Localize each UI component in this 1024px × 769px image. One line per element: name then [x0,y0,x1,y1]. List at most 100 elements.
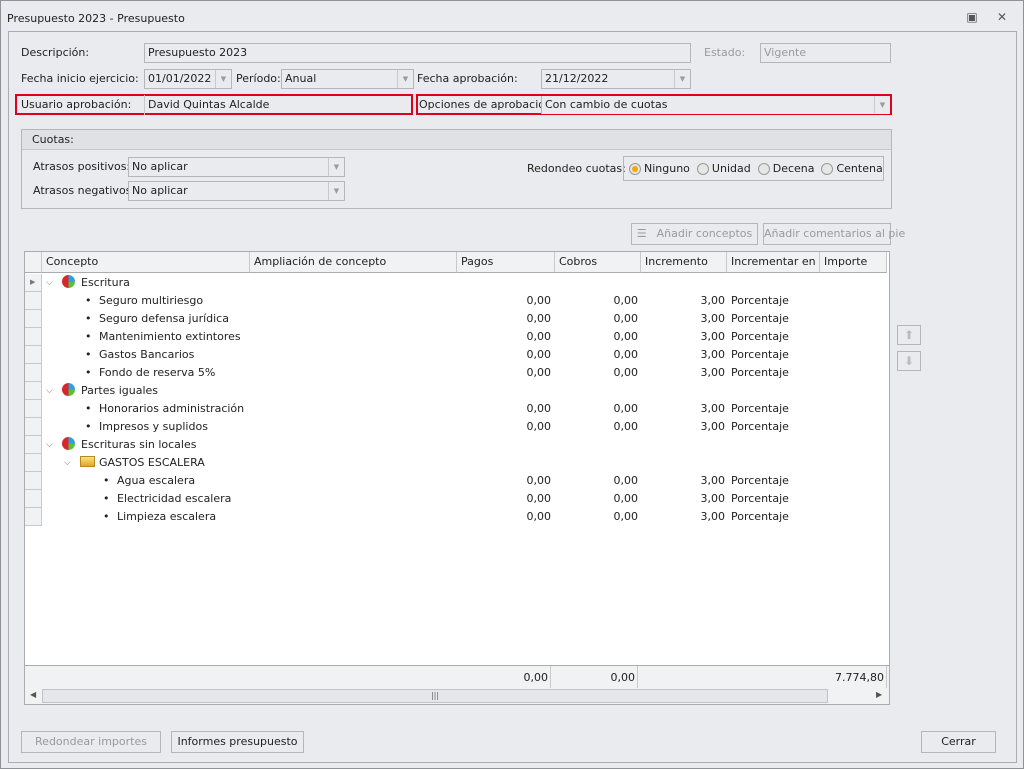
radio-centena[interactable]: Centena [821,162,883,175]
fecha-aprobacion-value: 21/12/2022 [545,72,609,85]
radio-ninguno[interactable]: Ninguno [629,162,690,175]
table-row[interactable]: ⌵ Escrituras sin locales [25,436,887,454]
usuario-label: Usuario aprobación: [21,98,132,111]
add-concepts-button[interactable]: ☰ Añadir conceptos [631,223,758,245]
concept-label: Honorarios administración [99,402,245,415]
concept-label: Agua escalera [117,474,196,487]
pagos-cell: 0,00 [526,348,552,361]
group-label: Escrituras sin locales [81,438,197,451]
incrementar-en-cell: Porcentaje [731,474,789,487]
incremento-cell: 3,00 [700,348,726,361]
close-icon[interactable]: ✕ [994,9,1010,25]
incrementar-en-cell: Porcentaje [731,366,789,379]
move-up-button[interactable]: ⬆ [897,325,921,345]
collapse-chevron-icon[interactable]: ⌵ [46,436,53,454]
table-row[interactable]: • Honorarios administración 0,00 0,00 3,00 Po… [25,400,887,418]
fecha-aprobacion-picker[interactable]: 21/12/2022 ▼ [541,69,691,89]
pie-chart-icon [62,382,75,400]
chevron-down-icon[interactable]: ▼ [674,70,690,88]
chevron-down-icon[interactable]: ▼ [328,158,344,176]
concepts-grid: Concepto Ampliación de concepto Pagos Co… [24,251,890,705]
table-row[interactable]: • Electricidad escalera 0,00 0,00 3,00 Porcen… [25,490,887,508]
incrementar-en-cell: Porcentaje [731,348,789,361]
row-indicator [25,292,42,310]
table-row[interactable]: ⌵ Partes iguales [25,382,887,400]
table-row[interactable]: • Seguro multiriesgo 0,00 0,00 3,00 Porcentaj… [25,292,887,310]
radio-label: Decena [772,162,815,175]
pagos-cell: 0,00 [526,294,552,307]
scrollbar-thumb[interactable]: ||| [42,689,828,703]
column-header-concepto[interactable]: Concepto [42,252,250,273]
pagos-cell: 0,00 [526,402,552,415]
chevron-down-icon[interactable]: ▼ [874,96,890,113]
move-down-button[interactable]: ⬇ [897,351,921,371]
periodo-select[interactable]: Anual ▼ [281,69,414,89]
table-row[interactable]: • Limpieza escalera 0,00 0,00 3,00 Porcentaje [25,508,887,526]
scroll-left-icon[interactable]: ◀ [30,690,36,699]
descripcion-input[interactable]: Presupuesto 2023 [144,43,691,63]
collapse-chevron-icon[interactable]: ⌵ [46,382,53,400]
horizontal-scrollbar[interactable]: ◀ ||| ▶ [25,688,889,704]
incrementar-en-cell: Porcentaje [731,492,789,505]
incrementar-en-cell: Porcentaje [731,510,789,523]
window-title: Presupuesto 2023 - Presupuesto [7,12,185,25]
cobros-cell: 0,00 [613,312,639,325]
current-row-icon: ▶ [30,278,36,286]
incrementar-en-cell: Porcentaje [731,402,789,415]
column-header-importe[interactable]: Importe [820,252,887,273]
atrasos-positivos-select[interactable]: No aplicar ▼ [128,157,345,177]
column-header-ampliacion[interactable]: Ampliación de concepto [250,252,457,273]
column-header-incrementar-en[interactable]: Incrementar en [727,252,820,273]
add-concepts-label: Añadir conceptos [656,227,753,240]
column-header-cobros[interactable]: Cobros [555,252,641,273]
folder-icon [80,454,95,472]
table-row[interactable]: • Impresos y suplidos 0,00 0,00 3,00 Porcenta… [25,418,887,436]
radio-unchecked-icon [757,162,770,175]
cobros-cell: 0,00 [613,348,639,361]
table-row[interactable]: • Gastos Bancarios 0,00 0,00 3,00 Porcentaje [25,346,887,364]
bullet-icon: • [85,348,92,361]
cerrar-button[interactable]: Cerrar [921,731,996,753]
column-header-incremento[interactable]: Incremento [641,252,727,273]
concept-label: Fondo de reserva 5% [99,366,216,379]
collapse-chevron-icon[interactable]: ⌵ [46,274,53,292]
radio-unidad[interactable]: Unidad [696,162,751,175]
table-row[interactable]: • Mantenimiento extintores 0,00 0,00 3,00 Por… [25,328,887,346]
opciones-select[interactable]: Con cambio de cuotas ▼ [541,96,890,114]
column-header-pagos[interactable]: Pagos [457,252,555,273]
table-row[interactable]: • Seguro defensa jurídica 0,00 0,00 3,00 Porc… [25,310,887,328]
bullet-icon: • [103,474,110,487]
cobros-cell: 0,00 [613,492,639,505]
table-row[interactable]: • Agua escalera 0,00 0,00 3,00 Porcentaje [25,472,887,490]
table-row[interactable]: ▶ ⌵ Escritura [25,274,887,292]
collapse-chevron-icon[interactable]: ⌵ [64,454,71,472]
pagos-cell: 0,00 [526,420,552,433]
redondear-importes-button[interactable]: Redondear importes [21,731,161,753]
chevron-down-icon[interactable]: ▼ [397,70,413,88]
chevron-down-icon[interactable]: ▼ [328,182,344,200]
row-indicator [25,490,42,508]
chevron-down-icon[interactable]: ▼ [215,70,231,88]
incremento-cell: 3,00 [700,474,726,487]
table-row[interactable]: ⌵ GASTOS ESCALERA [25,454,887,472]
radio-decena[interactable]: Decena [757,162,815,175]
row-indicator [25,382,42,400]
concept-label: Seguro multiriesgo [99,294,204,307]
incremento-cell: 3,00 [700,366,726,379]
scroll-right-icon[interactable]: ▶ [876,690,882,699]
total-importe: 7.774,80 [805,666,887,689]
concept-label: Mantenimiento extintores [99,330,241,343]
row-indicator [25,400,42,418]
incremento-cell: 3,00 [700,294,726,307]
concept-label: Electricidad escalera [117,492,232,505]
informes-presupuesto-button[interactable]: Informes presupuesto [171,731,304,753]
row-indicator [25,310,42,328]
pie-chart-icon [62,436,75,454]
add-comments-button[interactable]: Añadir comentarios al pie [763,223,905,245]
table-row[interactable]: • Fondo de reserva 5% 0,00 0,00 3,00 Porcenta… [25,364,887,382]
fecha-inicio-picker[interactable]: 01/01/2022 ▼ [144,69,232,89]
restore-icon[interactable]: ▣ [964,9,980,25]
atrasos-negativos-select[interactable]: No aplicar ▼ [128,181,345,201]
indicator-header [25,252,42,273]
pagos-cell: 0,00 [526,492,552,505]
